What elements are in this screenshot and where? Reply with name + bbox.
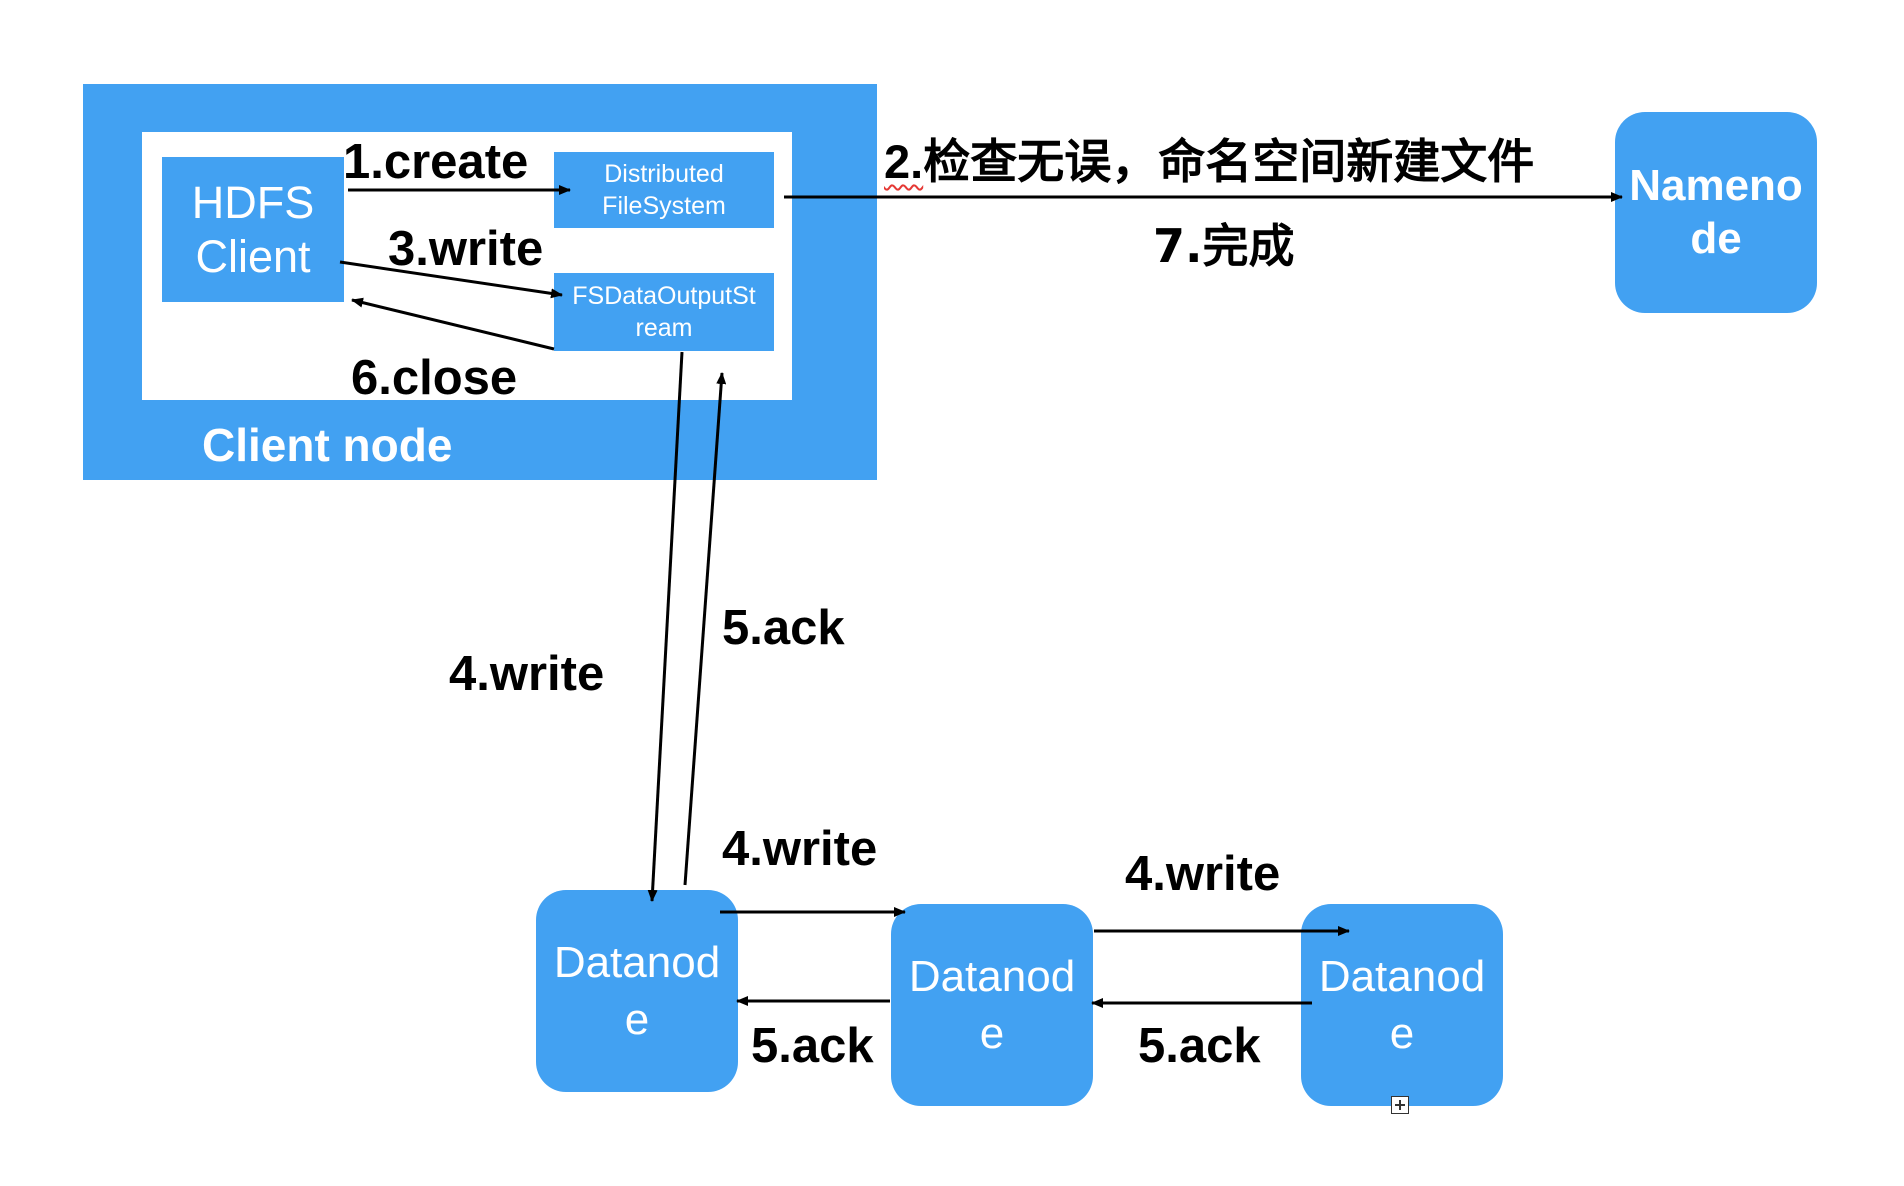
arrow-close xyxy=(351,297,555,351)
step-ack-stream-label: 5.ack xyxy=(722,601,845,655)
step-check-number: 2. xyxy=(884,135,924,188)
step-complete-label: 7.完成 xyxy=(1153,219,1295,273)
arrow-ack-to-client xyxy=(683,372,727,886)
step-write-dn1-label: 4.write xyxy=(722,822,878,876)
step-ack-dn2-label: 5.ack xyxy=(1138,1019,1261,1073)
step-write-stream-label: 4.write xyxy=(449,647,605,701)
step-write-dn2-label: 4.write xyxy=(1125,847,1281,901)
step-write-client-label: 3.write xyxy=(388,222,544,276)
step-ack-dn1-label: 5.ack xyxy=(751,1019,874,1073)
step-check-label: 2.检查无误，命名空间新建文件 xyxy=(884,138,1534,186)
step-close-label: 6.close xyxy=(351,351,518,405)
arrow-write-to-datanode xyxy=(647,351,684,902)
step-create-label: 1.create xyxy=(343,135,529,189)
step-check-text: 检查无误，命名空间新建文件 xyxy=(923,135,1535,190)
